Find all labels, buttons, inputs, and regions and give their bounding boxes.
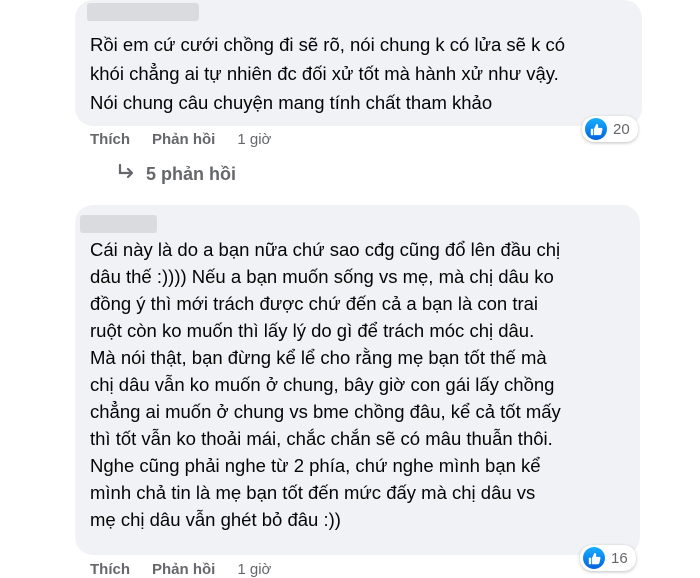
comment-timestamp[interactable]: 1 giờ — [237, 561, 271, 578]
comment-text-line: Nói chung câu chuyện mang tính chất tham… — [90, 92, 493, 113]
reaction-count: 20 — [613, 120, 630, 138]
comment-timestamp[interactable]: 1 giờ — [237, 131, 271, 148]
like-thumb-icon — [585, 118, 607, 140]
comment-text-line: mình chả tin là mẹ bạn tốt đến mức đấy m… — [90, 482, 536, 503]
comment-text-line: thì tốt vẫn ko thoải mái, chắc chắn sẽ c… — [90, 428, 553, 449]
reply-arrow-icon — [118, 163, 136, 185]
comment-text-line: Mà nói thật, bạn đừng kể lể cho rằng mẹ … — [90, 347, 547, 368]
comment-text-line: ruột còn ko muốn thì lấy lý do gì để trá… — [90, 320, 535, 341]
reaction-count-badge[interactable]: 20 — [582, 116, 638, 142]
view-replies-link[interactable]: 5 phản hồi — [118, 163, 236, 185]
comment-actions: Thích Phản hồi 1 giờ — [90, 131, 271, 148]
comment-text-line: dâu thế :)))) Nếu a bạn muốn sống vs mẹ,… — [90, 266, 554, 287]
comment-text-line: Rồi em cứ cưới chồng đi sẽ rõ, nói chung… — [90, 34, 565, 55]
comment-actions: Thích Phản hồi 1 giờ — [90, 561, 271, 578]
comment-text-line: mẹ chị dâu vẫn ghét bỏ đâu :)) — [90, 509, 341, 530]
comment-bubble: Rồi em cứ cưới chồng đi sẽ rõ, nói chung… — [75, 0, 642, 126]
reply-button[interactable]: Phản hồi — [152, 561, 215, 578]
comment-text-line: Nghe cũng phải nghe từ 2 phía, chứ nghe … — [90, 455, 541, 476]
like-button[interactable]: Thích — [90, 131, 130, 148]
like-button[interactable]: Thích — [90, 561, 130, 578]
comment-text-line: đồng ý thì mới trách được chứ đến cả a b… — [90, 293, 539, 314]
reaction-count-badge[interactable]: 16 — [580, 545, 636, 571]
comment-text-line: chẳng ai muốn ở chung vs bme chồng đâu, … — [90, 401, 561, 422]
comment-text-line: khói chẳng ai tự nhiên đc đối xử tốt mà … — [90, 63, 559, 84]
replies-count-label: 5 phản hồi — [146, 164, 236, 184]
reply-button[interactable]: Phản hồi — [152, 131, 215, 148]
author-name-blurred — [80, 215, 157, 233]
reaction-count: 16 — [611, 549, 628, 567]
author-name-blurred — [87, 3, 199, 21]
like-thumb-icon — [583, 547, 605, 569]
comment-text-line: Cái này là do a bạn nữa chứ sao cđg cũng… — [90, 239, 561, 260]
comment-text-line: chị dâu vẫn ko muốn ở chung, bây giờ con… — [90, 374, 555, 395]
comment-bubble: Cái này là do a bạn nữa chứ sao cđg cũng… — [75, 205, 640, 555]
